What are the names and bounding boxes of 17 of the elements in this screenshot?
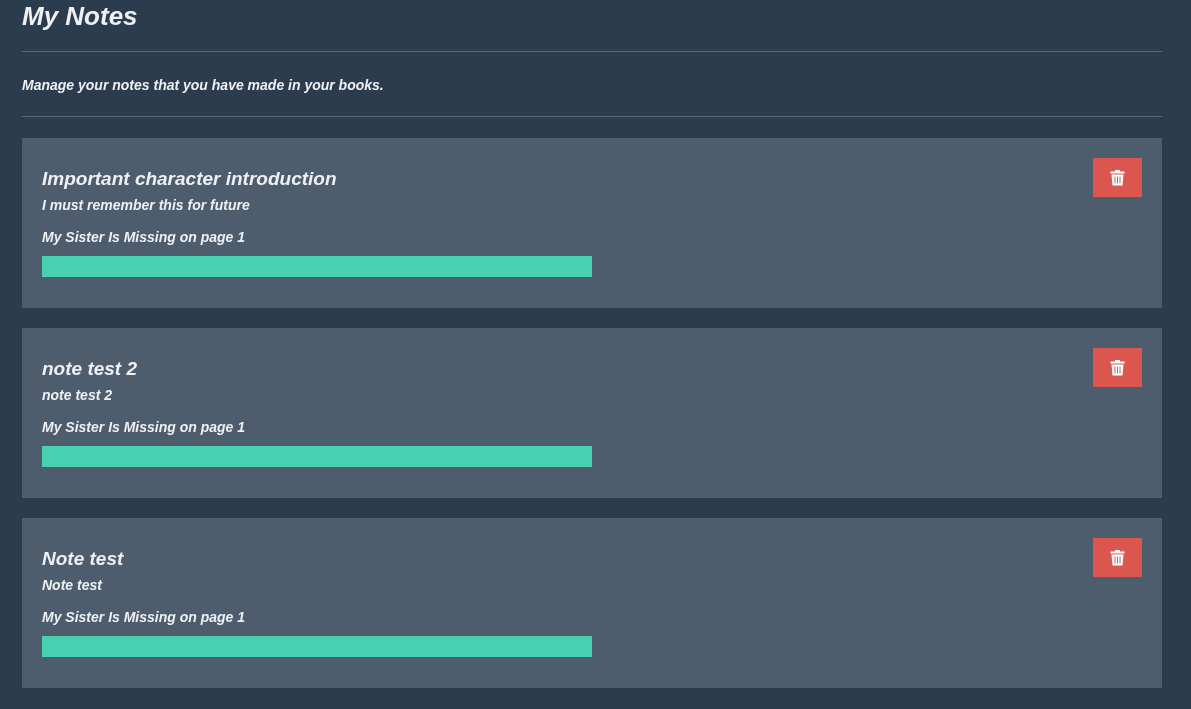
delete-button[interactable] [1093,538,1142,577]
delete-button[interactable] [1093,158,1142,197]
page-subtitle: Manage your notes that you have made in your books. [22,76,385,95]
delete-button[interactable] [1093,348,1142,387]
note-title: Important character introduction [42,168,338,190]
note-text: I must remember this for future [42,196,251,215]
page-title: My Notes [22,0,139,32]
note-text: note test 2 [42,386,113,405]
note-text: Note test [42,576,104,595]
note-title: Note test [42,548,125,570]
note-source: My Sister Is Missing on page 1 [42,608,247,627]
trash-icon [1110,549,1125,566]
note-source: My Sister Is Missing on page 1 [42,228,247,247]
trash-icon [1110,359,1125,376]
trash-icon [1110,169,1125,186]
note-source: My Sister Is Missing on page 1 [42,418,247,437]
note-title: note test 2 [42,358,139,380]
